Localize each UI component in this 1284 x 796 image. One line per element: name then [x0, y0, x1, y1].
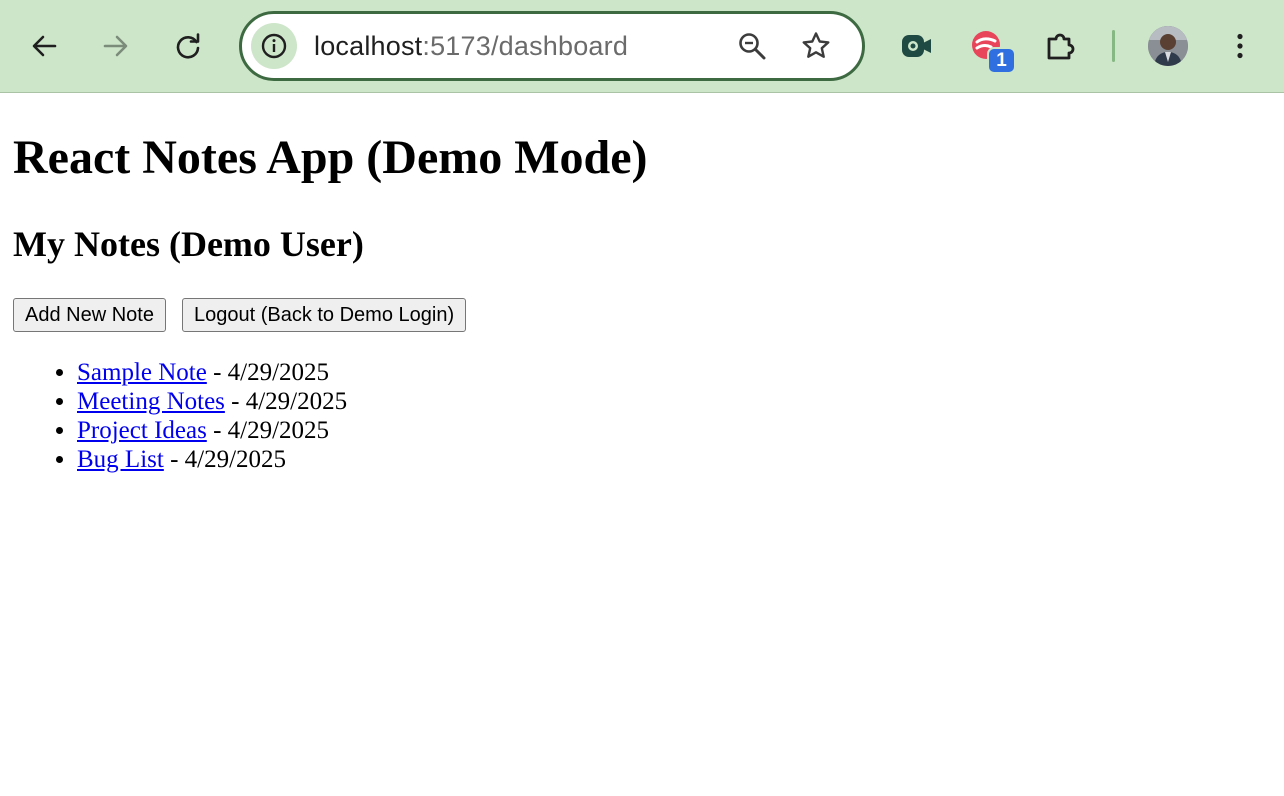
forward-button[interactable] — [96, 26, 136, 66]
site-info-icon — [261, 33, 287, 59]
reload-button[interactable] — [168, 26, 208, 66]
notes-list: Sample Note - 4/29/2025 Meeting Notes - … — [77, 358, 347, 474]
reload-icon — [176, 33, 200, 59]
note-date: - 4/29/2025 — [163, 446, 287, 473]
note-date: - 4/29/2025 — [224, 388, 348, 415]
back-arrow-icon — [32, 35, 57, 57]
note-link[interactable]: Bug List — [77, 446, 164, 473]
note-date: - 4/29/2025 — [206, 359, 330, 386]
list-item: Meeting Notes - 4/29/2025 — [77, 387, 347, 416]
section-title: My Notes (Demo User) — [13, 224, 364, 264]
logout-button[interactable]: Logout (Back to Demo Login) — [181, 298, 467, 332]
bookmark-star-icon — [802, 32, 830, 58]
bookmark-button[interactable] — [798, 28, 834, 64]
profile-photo — [1148, 26, 1188, 66]
back-button[interactable] — [24, 26, 64, 66]
note-link[interactable]: Meeting Notes — [77, 388, 225, 415]
zoom-button[interactable] — [734, 28, 770, 64]
site-info-button[interactable] — [251, 23, 297, 69]
extension-notification-badge: 1 — [987, 47, 1016, 74]
add-new-note-button[interactable]: Add New Note — [13, 298, 166, 332]
kebab-menu-icon — [1237, 33, 1243, 59]
zoom-icon — [739, 33, 766, 60]
list-item: Sample Note - 4/29/2025 — [77, 358, 347, 387]
url-path: :5173/dashboard — [422, 30, 629, 61]
screen-recorder-extension-button[interactable] — [896, 26, 936, 66]
note-link[interactable]: Sample Note — [77, 359, 207, 386]
puzzle-extensions-icon — [1047, 33, 1075, 60]
page-title: React Notes App (Demo Mode) — [13, 131, 648, 184]
list-item: Project Ideas - 4/29/2025 — [77, 416, 347, 445]
browser-menu-button[interactable] — [1220, 26, 1260, 66]
forward-arrow-icon — [103, 35, 128, 57]
note-link[interactable]: Project Ideas — [77, 417, 207, 444]
profile-avatar[interactable] — [1148, 26, 1188, 66]
list-item: Bug List - 4/29/2025 — [77, 445, 347, 474]
extensions-menu-button[interactable] — [1040, 26, 1080, 66]
note-date: - 4/29/2025 — [206, 417, 330, 444]
url-host: localhost — [314, 30, 423, 61]
action-buttons: Add New Note Logout (Back to Demo Login) — [13, 298, 467, 332]
screen-recorder-extension-icon — [902, 35, 931, 57]
toolbar-divider — [1112, 30, 1115, 62]
address-bar[interactable]: localhost:5173/dashboard — [239, 11, 865, 81]
url-text[interactable]: localhost:5173/dashboard — [314, 14, 628, 78]
page-content: React Notes App (Demo Mode) My Notes (De… — [0, 94, 1284, 796]
browser-toolbar: localhost:5173/dashboard 1 — [0, 0, 1284, 93]
